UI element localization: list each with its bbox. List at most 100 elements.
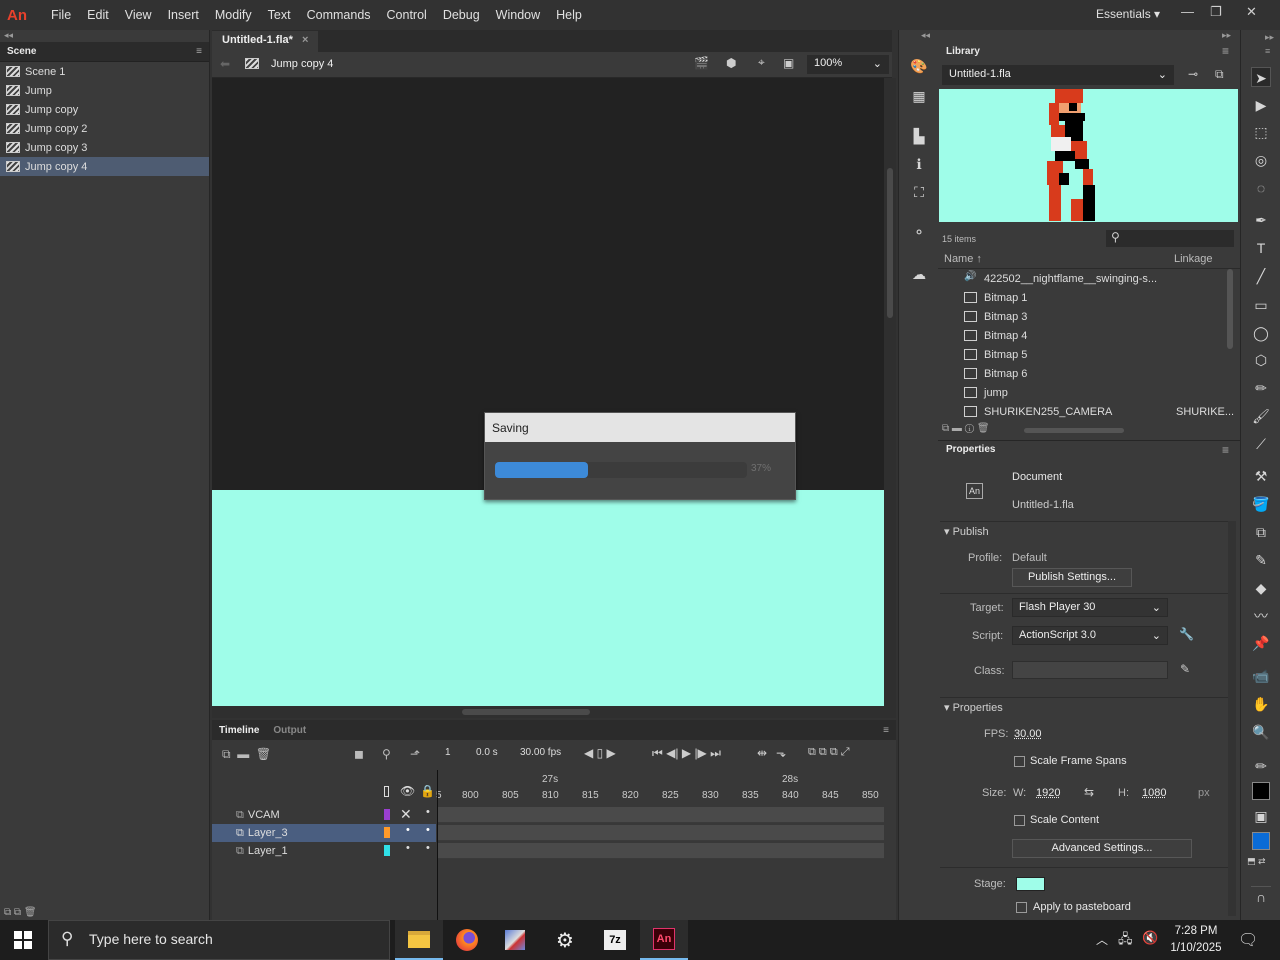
stage-color-swatch[interactable]: [1016, 877, 1045, 891]
hand-tool-icon[interactable]: ✋: [1251, 694, 1271, 714]
library-hscroll-thumb[interactable]: [1024, 428, 1124, 433]
edit-multiple-frames-icon[interactable]: ⧉ ⧉ ⧉ ⤢: [808, 746, 850, 759]
library-item[interactable]: Bitmap 3: [938, 307, 1232, 326]
lock-icon[interactable]: 🔒: [420, 784, 435, 798]
expand-arrows-icon[interactable]: ▸▸: [1265, 32, 1274, 43]
swap-colors-icon[interactable]: ⬒ ⇄: [1247, 856, 1266, 867]
scene-tab[interactable]: Scene ≡: [0, 42, 209, 62]
show-hidden-icons-chevron-icon[interactable]: ︿: [1096, 931, 1108, 948]
width-value[interactable]: 1920: [1036, 787, 1060, 799]
visibility-dot-icon[interactable]: •: [406, 824, 410, 836]
panel-menu-icon[interactable]: ≡: [1222, 44, 1229, 58]
layer-color-swatch[interactable]: [384, 827, 390, 838]
info-icon[interactable]: ℹ: [909, 154, 929, 174]
add-scene-icon[interactable]: ⧉: [4, 907, 11, 918]
properties-scrollbar[interactable]: [1228, 521, 1236, 916]
lock-dot-icon[interactable]: •: [426, 824, 430, 836]
onion-skin-icon[interactable]: ⬎: [776, 746, 786, 760]
panel-menu-icon[interactable]: ≡: [1265, 46, 1270, 56]
menu-text[interactable]: Text: [260, 8, 299, 22]
bone-tool-icon[interactable]: ⚒: [1251, 466, 1271, 486]
menu-file[interactable]: File: [43, 8, 79, 22]
library-search-input[interactable]: ⚲: [1106, 230, 1234, 247]
clip-content-icon[interactable]: ▣: [783, 56, 794, 70]
scale-content-checkbox[interactable]: [1014, 815, 1025, 826]
scale-frame-spans-checkbox[interactable]: [1014, 756, 1025, 767]
first-frame-icon[interactable]: ⏮: [652, 746, 663, 760]
layer-row[interactable]: ⧉ Layer_1 • •: [212, 842, 436, 860]
settings-icon[interactable]: ⚙: [541, 920, 589, 960]
fill-color-bucket-icon[interactable]: ▣: [1251, 806, 1271, 826]
zoom-tool-icon[interactable]: 🔍: [1251, 722, 1271, 742]
color-panel-icon[interactable]: 🎨: [909, 56, 929, 76]
workspace-switcher[interactable]: Essentials ▾: [1096, 7, 1160, 21]
network-icon[interactable]: 🖧: [1118, 930, 1133, 952]
camera-icon[interactable]: ◼: [354, 747, 364, 761]
layer-row-selected[interactable]: ⧉ Layer_3 • •: [212, 824, 436, 842]
taskbar-search-box[interactable]: ⚲ Type here to search: [48, 920, 390, 960]
rectangle-tool-icon[interactable]: ▭: [1251, 295, 1271, 315]
target-select[interactable]: Flash Player 30 ⌄: [1012, 598, 1168, 617]
volume-muted-icon[interactable]: 🔇: [1142, 930, 1158, 946]
action-center-icon[interactable]: 🗨: [1238, 930, 1258, 950]
frames-row[interactable]: [438, 807, 884, 823]
menu-view[interactable]: View: [117, 8, 160, 22]
hidden-x-icon[interactable]: ✕: [400, 806, 412, 823]
tab-output[interactable]: Output: [266, 725, 313, 736]
pencil-tool-icon[interactable]: ✏: [1251, 378, 1271, 398]
width-tool-icon[interactable]: 〰: [1251, 606, 1271, 626]
new-folder-icon[interactable]: ▬: [952, 423, 962, 434]
transform-icon[interactable]: ⛶: [909, 182, 929, 202]
layer-color-swatch[interactable]: [384, 809, 390, 820]
library-vscroll-thumb[interactable]: [1227, 269, 1233, 349]
info-icon[interactable]: ⓘ: [965, 423, 974, 434]
current-frame[interactable]: 1: [445, 747, 451, 758]
duplicate-scene-icon[interactable]: ⧉: [14, 907, 21, 918]
pen-tool-icon[interactable]: ✒: [1251, 210, 1271, 230]
swatches-icon[interactable]: ▦: [909, 86, 929, 106]
vertical-scrollbar[interactable]: [884, 78, 896, 706]
eraser-tool-icon[interactable]: ◆: [1251, 578, 1271, 598]
center-stage-icon[interactable]: ⌖: [758, 55, 765, 70]
link-dimensions-icon[interactable]: ⇆: [1084, 785, 1094, 799]
wrench-icon[interactable]: 🔧: [1179, 627, 1194, 641]
script-select[interactable]: ActionScript 3.0 ⌄: [1012, 626, 1168, 645]
close-tab-icon[interactable]: ×: [302, 34, 308, 46]
edit-class-pencil-icon[interactable]: ✎: [1180, 662, 1190, 676]
properties-section-header[interactable]: ▾ Properties: [944, 701, 1003, 714]
subselection-tool-icon[interactable]: ▶: [1251, 95, 1271, 115]
7zip-icon[interactable]: 7z: [591, 920, 639, 960]
col-linkage[interactable]: Linkage: [1174, 253, 1213, 265]
delete-icon[interactable]: 🗑: [977, 423, 990, 434]
lock-dot-icon[interactable]: •: [426, 806, 430, 818]
menu-help[interactable]: Help: [548, 8, 590, 22]
scene-item[interactable]: Jump: [0, 81, 209, 100]
delete-scene-icon[interactable]: 🗑: [24, 907, 37, 918]
cc-libraries-icon[interactable]: ☁: [909, 264, 929, 284]
last-frame-icon[interactable]: ⏭: [710, 746, 721, 760]
col-name[interactable]: Name ↑: [944, 253, 982, 265]
edit-scene-icon[interactable]: 🎬: [694, 56, 709, 70]
new-folder-icon[interactable]: ▬: [237, 747, 249, 761]
layer-row[interactable]: ⧉ VCAM ✕ •: [212, 806, 436, 824]
layer-parenting-icon[interactable]: ⚲: [382, 747, 391, 761]
play-icon[interactable]: ▶: [682, 746, 691, 760]
line-tool-icon[interactable]: ╱: [1251, 266, 1271, 286]
collapse-arrows-icon[interactable]: ◂◂: [921, 30, 930, 41]
back-arrow-icon[interactable]: ⬅: [220, 57, 230, 71]
polystar-tool-icon[interactable]: ⬡: [1251, 350, 1271, 370]
app-icon[interactable]: [491, 920, 539, 960]
menu-modify[interactable]: Modify: [207, 8, 260, 22]
delete-layer-icon[interactable]: 🗑: [256, 747, 271, 761]
menu-edit[interactable]: Edit: [79, 8, 117, 22]
new-symbol-icon[interactable]: ⧉: [942, 423, 949, 434]
publish-settings-button[interactable]: Publish Settings...: [1012, 568, 1132, 587]
minimize-icon[interactable]: —: [1181, 4, 1194, 19]
library-item[interactable]: Bitmap 1: [938, 288, 1232, 307]
oval-tool-icon[interactable]: ◯: [1251, 323, 1271, 343]
lock-dot-icon[interactable]: •: [426, 842, 430, 854]
publish-section-header[interactable]: ▾ Publish: [944, 525, 989, 538]
loop-left-icon[interactable]: ◀: [584, 746, 593, 760]
eye-icon[interactable]: 👁: [400, 784, 415, 798]
ink-bottle-tool-icon[interactable]: ⧉: [1251, 522, 1271, 542]
